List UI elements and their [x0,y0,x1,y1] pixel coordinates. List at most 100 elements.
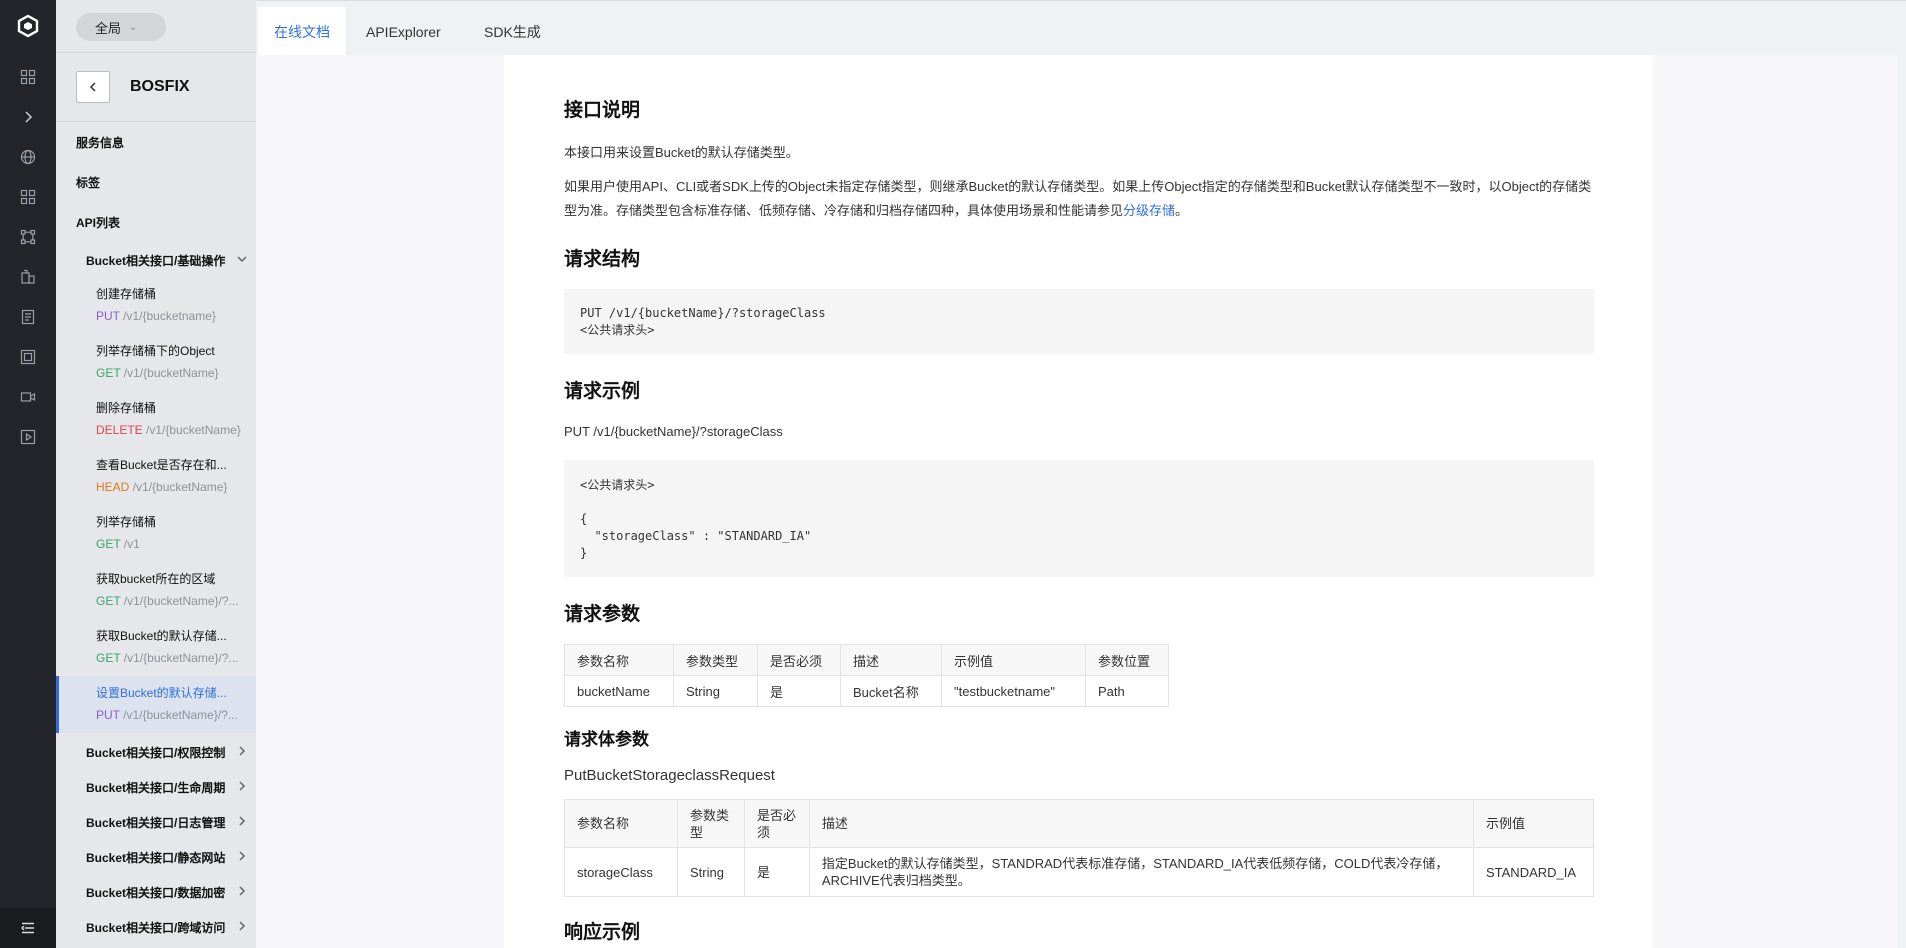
table-cell: 是 [743,847,810,897]
section-heading: 请求参数 [564,604,641,625]
api-group-label: Bucket相关接口/跨域访问 [86,921,226,935]
api-item[interactable]: 获取bucket所在的区域 GET /v1/{bucketName}/?... [56,562,256,619]
api-item-name: 获取bucket所在的区域 [96,572,216,586]
api-item[interactable]: 创建存储桶 PUT /v1/{bucketname} [56,277,256,334]
api-method: GET [96,366,121,380]
table-cell: 是 [757,675,841,707]
api-item-name: 删除存储桶 [96,401,157,415]
api-method: GET [96,594,121,608]
chevron-right-icon [236,920,248,935]
api-group[interactable]: Bucket相关接口/跨域访问 [86,919,256,936]
code-block: PUT /v1/{bucketName}/?storageClass <公共请求… [564,289,1594,354]
service-sidebar: 全局 ⌄ BOSFIX 服务信息 标签 API列表 Bucket相关接口/基础操… [56,0,256,948]
chevron-right-icon [236,745,248,760]
api-path: /v1/{bucketName} [123,366,219,380]
table-cell: Bucket名称 [840,675,942,707]
paragraph: 如果用户使用API、CLI或者SDK上传的Object未指定存储类型，则继承Bu… [564,175,1594,223]
api-method: GET [96,651,121,665]
table-header: 参数类型 [673,644,758,676]
table-header: 参数类型 [676,799,745,848]
service-title: BOSFIX [130,78,190,95]
app-rail [0,0,56,948]
chevron-down-icon: ⌄ [129,21,138,33]
paragraph-text: 。 [1175,203,1189,218]
api-item-name: 设置Bucket的默认存储... [96,686,227,700]
grid-icon[interactable] [0,177,56,217]
section-heading: 响应示例 [564,922,641,943]
table-cell: bucketName [564,675,674,707]
table-cell: String [673,675,758,707]
logo-icon[interactable] [0,0,56,52]
body-params-table: 参数名称 参数类型 是否必须 描述 示例值 storageClass Strin… [564,799,1595,897]
dashboard-icon[interactable] [0,57,56,97]
nav-tags[interactable]: 标签 [76,174,100,191]
api-path: /v1/{bucketName}/?... [123,708,238,722]
api-method: PUT [96,309,120,323]
table-header-row: 参数名称 参数类型 是否必须 描述 示例值 参数位置 [564,644,1169,676]
table-header: 是否必须 [743,799,810,848]
api-group[interactable]: Bucket相关接口/生命周期 [86,779,256,796]
paragraph: PUT /v1/{bucketName}/?storageClass [564,424,783,439]
api-item[interactable]: 列举存储桶 GET /v1 [56,505,256,562]
nav-api-list[interactable]: API列表 [76,214,120,231]
table-header: 参数名称 [564,799,678,848]
tab-sdk-generate[interactable]: SDK生成 [468,7,557,56]
api-item[interactable]: 列举存储桶下的Object GET /v1/{bucketName} [56,334,256,391]
api-item-name: 获取Bucket的默认存储... [96,629,227,643]
scope-selector[interactable]: 全局 ⌄ [76,13,166,41]
api-group[interactable]: Bucket相关接口/数据加密 [86,884,256,901]
media-icon[interactable] [0,417,56,457]
storage-icon[interactable] [0,337,56,377]
table-cell: Path [1085,675,1169,707]
section-heading: 接口说明 [564,100,641,121]
table-header: 参数位置 [1085,644,1169,676]
api-group[interactable]: Bucket相关接口/权限控制 [86,744,256,761]
tab-api-explorer[interactable]: APIExplorer [350,7,457,56]
api-item-name: 查看Bucket是否存在和... [96,458,227,472]
chevron-right-icon [236,815,248,830]
table-header-row: 参数名称 参数类型 是否必须 描述 示例值 [564,799,1595,848]
globe-icon[interactable] [0,137,56,177]
api-item-name: 列举存储桶 [96,515,157,529]
paragraph-text: 如果用户使用API、CLI或者SDK上传的Object未指定存储类型，则继承Bu… [564,179,1592,218]
network-icon[interactable] [0,217,56,257]
table-cell: storageClass [564,847,678,897]
video-icon[interactable] [0,377,56,417]
tiered-storage-link[interactable]: 分级存储 [1123,203,1175,218]
api-group-label: Bucket相关接口/数据加密 [86,886,226,900]
table-cell: String [676,847,745,897]
api-group-label: Bucket相关接口/基础操作 [86,254,226,268]
api-item[interactable]: 删除存储桶 DELETE /v1/{bucketName} [56,391,256,448]
paragraph: 本接口用来设置Bucket的默认存储类型。 [564,145,799,160]
menu-toggle-icon[interactable] [0,908,56,948]
building-icon[interactable] [0,257,56,297]
table-header: 描述 [840,644,942,676]
table-cell: 指定Bucket的默认存储类型，STANDRAD代表标准存储，STANDARD_… [808,847,1474,897]
api-method: DELETE [96,423,143,437]
api-group[interactable]: Bucket相关接口/静态网站 [86,849,256,866]
api-path: /v1/{bucketName}/?... [123,594,239,608]
api-item[interactable]: 查看Bucket是否存在和... HEAD /v1/{bucketName} [56,448,256,505]
nav-service-info[interactable]: 服务信息 [76,134,124,151]
table-row: storageClass String 是 指定Bucket的默认存储类型，ST… [564,847,1595,897]
api-group-label: Bucket相关接口/静态网站 [86,851,226,865]
api-item-name: 列举存储桶下的Object [96,344,215,358]
document-icon[interactable] [0,297,56,337]
api-method: PUT [96,708,120,722]
api-item-active[interactable]: 设置Bucket的默认存储... PUT /v1/{bucketName}/?.… [56,676,256,733]
scope-label: 全局 [95,20,122,36]
table-header: 示例值 [1472,799,1595,848]
api-group[interactable]: Bucket相关接口/日志管理 [86,814,256,831]
expand-icon[interactable] [0,97,56,137]
api-group-label: Bucket相关接口/日志管理 [86,816,226,830]
api-path: /v1/{bucketName}/?... [123,651,239,665]
table-cell: STANDARD_IA [1472,847,1595,897]
scrollbar[interactable] [1898,55,1906,948]
tab-online-docs[interactable]: 在线文档 [258,7,346,56]
chevron-right-icon [236,885,248,900]
tab-bar: 在线文档 APIExplorer SDK生成 [256,0,1906,56]
api-item[interactable]: 获取Bucket的默认存储... GET /v1/{bucketName}/?.… [56,619,256,676]
api-group-basic[interactable]: Bucket相关接口/基础操作 [86,252,256,269]
api-method: GET [96,537,121,551]
back-button[interactable] [76,71,110,103]
